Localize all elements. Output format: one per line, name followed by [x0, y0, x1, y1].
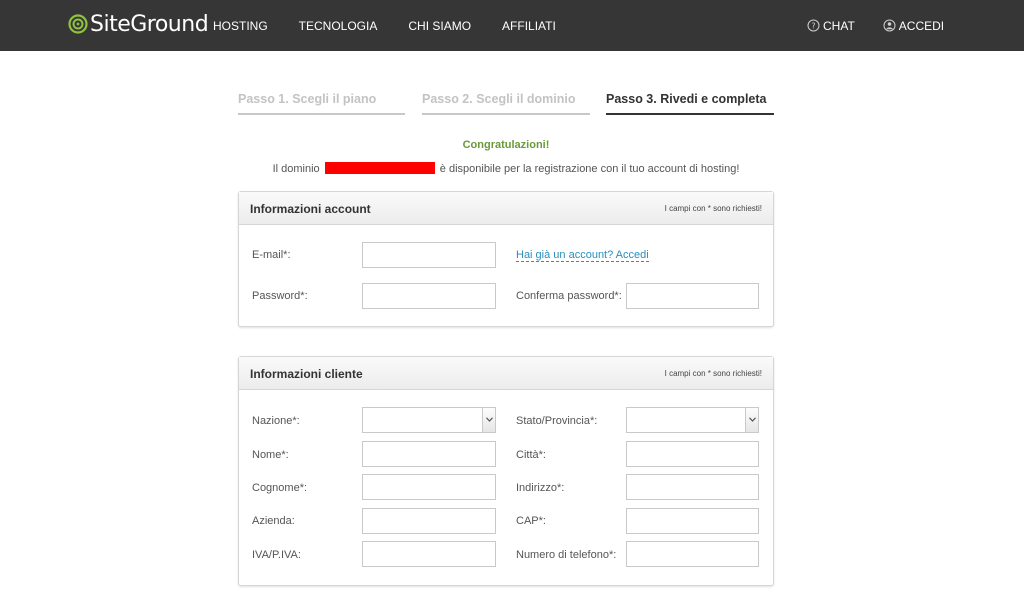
chat-button[interactable]: ? CHAT: [807, 19, 855, 33]
company-field[interactable]: [362, 508, 496, 534]
existing-account-login-link[interactable]: Hai già un account? Accedi: [516, 249, 649, 262]
panel-title: Informazioni cliente: [250, 367, 363, 381]
address-field[interactable]: [626, 474, 759, 500]
panel-title: Informazioni account: [250, 202, 371, 216]
postal-code-label: CAP*:: [516, 515, 546, 527]
last-name-field[interactable]: [362, 474, 496, 500]
siteground-logo[interactable]: SiteGround: [68, 10, 209, 38]
company-label: Azienda:: [252, 515, 295, 527]
login-label: ACCEDI: [898, 18, 945, 33]
logo-text: SiteGround: [90, 11, 209, 37]
first-name-field[interactable]: [362, 441, 496, 467]
panel-header: Informazioni account I campi con * sono …: [239, 192, 773, 225]
confirm-password-field[interactable]: [626, 283, 759, 309]
password-label: Password*:: [252, 290, 308, 302]
confirm-password-label: Conferma password*:: [516, 290, 622, 302]
chevron-down-icon: [486, 417, 493, 422]
nav-chi-siamo[interactable]: CHI SIAMO: [408, 19, 471, 33]
chat-label: CHAT: [823, 18, 855, 33]
city-field[interactable]: [626, 441, 759, 467]
logo-swirl-icon: [68, 14, 88, 34]
nav-tecnologia[interactable]: TECNOLOGIA: [299, 19, 378, 33]
user-nav: ? CHAT ACCEDI: [807, 0, 972, 51]
first-name-label: Nome*:: [252, 449, 289, 461]
city-label: Città*:: [516, 449, 546, 461]
panel-header: Informazioni cliente I campi con * sono …: [239, 357, 773, 390]
dropdown-arrow[interactable]: [482, 408, 495, 432]
dropdown-arrow[interactable]: [745, 408, 758, 432]
last-name-label: Cognome*:: [252, 482, 308, 494]
email-label: E-mail*:: [252, 249, 291, 261]
congratulations-heading: Congratulazioni!: [462, 139, 550, 151]
state-province-label: Stato/Provincia*:: [516, 415, 598, 427]
address-label: Indirizzo*:: [516, 482, 565, 494]
step-1-choose-plan[interactable]: Passo 1. Scegli il piano: [238, 92, 405, 115]
customer-info-panel: Informazioni cliente I campi con * sono …: [238, 356, 774, 586]
step-2-choose-domain[interactable]: Passo 2. Scegli il dominio: [422, 92, 590, 115]
chat-bubble-icon: ?: [807, 19, 820, 32]
state-province-select[interactable]: [626, 407, 759, 433]
required-fields-note: I campi con * sono richiesti!: [664, 204, 762, 213]
postal-code-field[interactable]: [626, 508, 759, 534]
message-prefix: Il dominio: [272, 163, 320, 175]
country-select[interactable]: [362, 407, 496, 433]
nav-hosting[interactable]: HOSTING: [213, 19, 268, 33]
top-navbar: SiteGround HOSTING TECNOLOGIA CHI SIAMO …: [0, 0, 1024, 51]
svg-text:?: ?: [811, 21, 815, 30]
checkout-steps: Passo 1. Scegli il piano Passo 2. Scegli…: [238, 92, 774, 116]
email-field[interactable]: [362, 242, 496, 268]
chevron-down-icon: [749, 417, 756, 422]
phone-label: Numero di telefono*:: [516, 549, 617, 561]
main-nav: HOSTING TECNOLOGIA CHI SIAMO AFFILIATI: [213, 0, 587, 51]
vat-field[interactable]: [362, 541, 496, 567]
password-field[interactable]: [362, 283, 496, 309]
user-icon: [883, 19, 896, 32]
vat-label: IVA/P.IVA:: [252, 549, 301, 561]
redacted-domain: [324, 162, 435, 174]
country-label: Nazione*:: [252, 415, 300, 427]
login-button[interactable]: ACCEDI: [883, 19, 944, 33]
step-3-review-complete: Passo 3. Rivedi e completa: [606, 92, 774, 115]
message-suffix: è disponibile per la registrazione con i…: [439, 163, 740, 175]
nav-affiliati[interactable]: AFFILIATI: [502, 19, 556, 33]
account-info-panel: Informazioni account I campi con * sono …: [238, 191, 774, 327]
domain-availability-message: Il dominio è disponibile per la registra…: [238, 162, 774, 175]
required-fields-note: I campi con * sono richiesti!: [664, 369, 762, 378]
phone-field[interactable]: [626, 541, 759, 567]
